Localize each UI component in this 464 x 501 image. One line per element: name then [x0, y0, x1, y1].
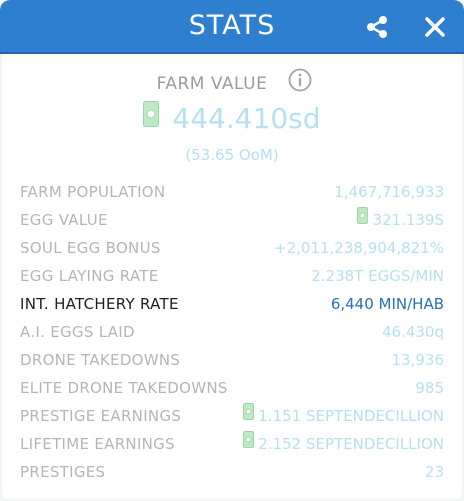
stat-value-group: 23 [425, 458, 444, 486]
stat-label: EGG VALUE [20, 211, 108, 229]
stat-row: PRESTIGE EARNINGS 1.151 SEPTENDECILLION [20, 402, 444, 430]
info-icon [288, 68, 312, 92]
stat-row: A.I. EGGS LAID 46.430q [20, 318, 444, 346]
stat-label: ELITE DRONE TAKEDOWNS [20, 379, 228, 397]
stat-row: INT. HATCHERY RATE 6,440 MIN/HAB [20, 290, 444, 318]
share-button[interactable] [362, 12, 392, 42]
stat-value-group: 13,936 [392, 346, 445, 374]
stats-list: FARM POPULATION 1,467,716,933 EGG VALUE 321… [20, 178, 444, 486]
close-button[interactable] [420, 12, 450, 42]
stat-row: EGG LAYING RATE 2.238T EGGS/MIN [20, 262, 444, 290]
stat-value-group: +2,011,238,904,821% [274, 234, 444, 262]
cash-icon [357, 205, 369, 233]
stat-value: 985 [415, 379, 444, 397]
farm-value-oom: (53.65 OoM) [185, 146, 279, 164]
farm-value-amount: 444.410sd [172, 102, 321, 135]
stat-label: A.I. EGGS LAID [20, 323, 135, 341]
stat-value: 2.238T EGGS/MIN [311, 267, 444, 285]
farm-value-label: FARM VALUE [156, 74, 268, 94]
cash-icon [143, 100, 160, 134]
farm-value-label-row: FARM VALUE [2, 74, 462, 94]
stat-value: +2,011,238,904,821% [274, 239, 444, 257]
header-bar: STATS [0, 0, 464, 54]
stat-label: INT. HATCHERY RATE [20, 295, 179, 313]
close-icon [425, 17, 445, 37]
stat-label: SOUL EGG BONUS [20, 239, 161, 257]
cash-icon [243, 401, 255, 429]
stat-value: 23 [424, 463, 444, 481]
stat-value: 46.430q [381, 323, 444, 341]
stat-row: DRONE TAKEDOWNS 13,936 [20, 346, 444, 374]
stat-label: PRESTIGES [20, 463, 106, 481]
stat-value-group: 2.238T EGGS/MIN [311, 262, 444, 290]
stat-label: EGG LAYING RATE [20, 267, 159, 285]
stat-value-group: 1,467,716,933 [334, 178, 444, 206]
stat-row: FARM POPULATION 1,467,716,933 [20, 178, 444, 206]
window-title: STATS [188, 10, 276, 41]
stat-row: PRESTIGES 23 [20, 458, 444, 486]
stat-value-group: 2.152 SEPTENDECILLION [243, 430, 444, 459]
stat-value-group: 46.430q [382, 318, 444, 346]
farm-value-info-button[interactable] [288, 68, 312, 92]
stat-label: PRESTIGE EARNINGS [20, 407, 182, 425]
stat-row: LIFETIME EARNINGS 2.152 SEPTENDECILLION [20, 430, 444, 458]
share-icon [367, 16, 387, 38]
stat-value: 6,440 MIN/HAB [330, 295, 444, 313]
stat-label: DRONE TAKEDOWNS [20, 351, 181, 369]
stat-value: 13,936 [391, 351, 445, 369]
stat-value: 321.139S [372, 211, 444, 229]
stat-row: EGG VALUE 321.139S [20, 206, 444, 234]
stat-row: SOUL EGG BONUS +2,011,238,904,821% [20, 234, 444, 262]
stat-value: 2.152 SEPTENDECILLION [258, 435, 444, 453]
stat-label: FARM POPULATION [20, 183, 166, 201]
stat-value-group: 6,440 MIN/HAB [331, 290, 444, 318]
stat-row: ELITE DRONE TAKEDOWNS 985 [20, 374, 444, 402]
stats-panel: FARM VALUE 444.410sd (53.65 OoM) FARM PO… [2, 54, 462, 499]
cash-icon [243, 429, 255, 457]
stats-window: STATS FARM VALUE 444.410sd (53.65 OoM) F… [0, 0, 464, 501]
stat-value-group: 321.139S [357, 206, 444, 235]
farm-value-row: 444.410sd [2, 100, 462, 137]
stat-label: LIFETIME EARNINGS [20, 435, 175, 453]
stat-value: 1.151 SEPTENDECILLION [258, 407, 444, 425]
stat-value-group: 1.151 SEPTENDECILLION [243, 402, 444, 431]
stat-value: 1,467,716,933 [334, 183, 444, 201]
stat-value-group: 985 [415, 374, 444, 402]
